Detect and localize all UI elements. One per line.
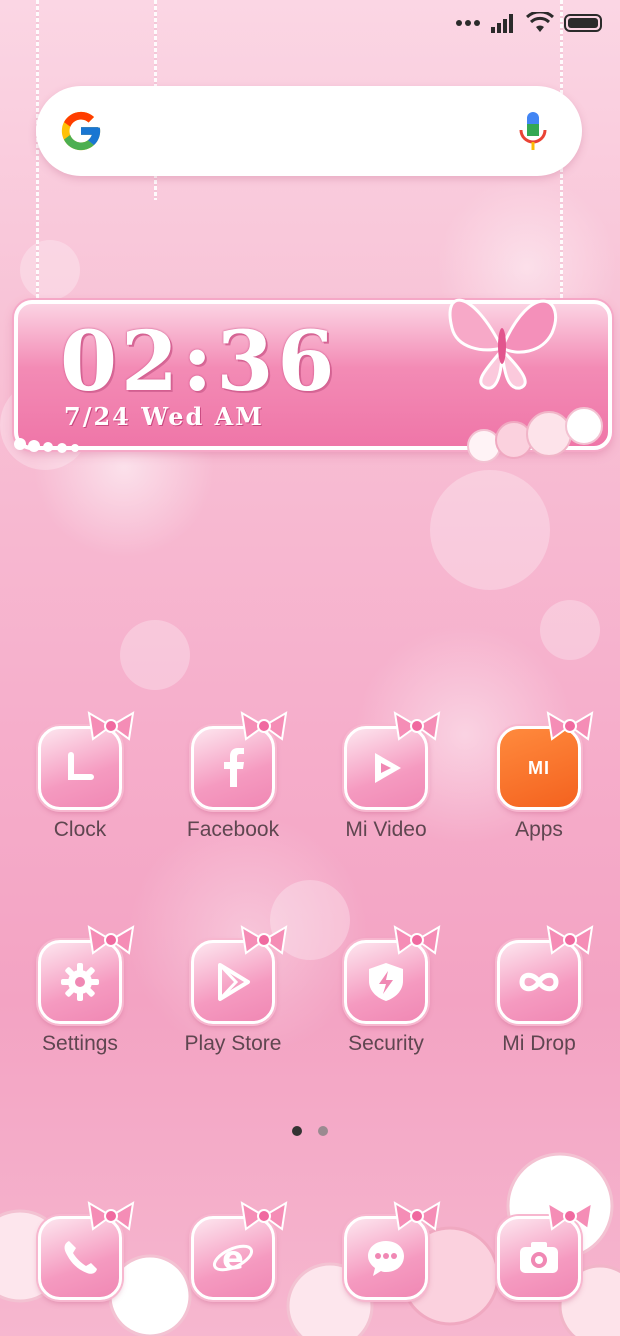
bow-icon xyxy=(240,925,288,955)
dock-phone[interactable] xyxy=(20,1201,140,1300)
wifi-icon xyxy=(526,12,554,32)
camera-icon xyxy=(497,1201,594,1300)
bow-icon xyxy=(546,711,594,741)
status-bar xyxy=(456,10,602,36)
bow-icon xyxy=(393,1201,441,1231)
bow-icon xyxy=(87,1201,135,1231)
notification-dots-icon xyxy=(456,20,480,26)
app-mi-drop[interactable]: Mi Drop xyxy=(479,925,599,1056)
app-clock[interactable]: Clock xyxy=(20,711,140,842)
google-logo-icon xyxy=(61,111,101,151)
app-mi-video[interactable]: Mi Video xyxy=(326,711,446,842)
bow-icon xyxy=(87,925,135,955)
facebook-icon xyxy=(191,711,288,810)
app-label: Settings xyxy=(42,1032,118,1055)
bow-icon xyxy=(240,1201,288,1231)
bow-icon xyxy=(393,925,441,955)
mic-icon[interactable] xyxy=(518,110,548,154)
clock-date: 7/24 Wed AM xyxy=(64,402,264,431)
pearls-decoration-icon xyxy=(14,438,79,453)
clock-icon xyxy=(38,711,135,810)
mi-badge-text: MI xyxy=(528,757,550,778)
mi-apps-icon: MI xyxy=(497,711,594,810)
bokeh-decoration xyxy=(540,600,600,660)
app-label: Mi Drop xyxy=(502,1032,576,1055)
dock-browser[interactable]: e xyxy=(173,1201,293,1300)
clock-time: 02:36 xyxy=(60,314,339,410)
app-security[interactable]: Security xyxy=(326,925,446,1056)
app-label: Facebook xyxy=(186,818,280,841)
phone-icon xyxy=(38,1201,135,1300)
browser-icon: e xyxy=(191,1201,288,1300)
butterfly-icon xyxy=(448,298,558,390)
signal-icon xyxy=(491,14,513,33)
svg-text:e: e xyxy=(222,1239,244,1277)
app-label: Security xyxy=(348,1032,424,1055)
messages-icon xyxy=(344,1201,441,1300)
page-dot-active[interactable] xyxy=(292,1126,302,1136)
bow-icon xyxy=(546,1201,594,1231)
app-label: Play Store xyxy=(184,1032,282,1055)
bokeh-decoration xyxy=(120,620,190,690)
page-dot[interactable] xyxy=(318,1126,328,1136)
app-label: Apps xyxy=(515,818,563,841)
dock-messages[interactable] xyxy=(326,1201,446,1300)
app-label: Mi Video xyxy=(345,818,427,841)
page-indicator[interactable] xyxy=(292,1126,328,1136)
play-video-icon xyxy=(344,711,441,810)
app-apps[interactable]: MI Apps xyxy=(479,711,599,842)
chain-decoration xyxy=(36,0,39,300)
play-store-icon xyxy=(191,925,288,1024)
bow-icon xyxy=(240,711,288,741)
bow-icon xyxy=(546,925,594,955)
bow-icon xyxy=(87,711,135,741)
gear-icon xyxy=(38,925,135,1024)
infinity-icon xyxy=(497,925,594,1024)
google-search-bar[interactable] xyxy=(36,86,582,176)
app-settings[interactable]: Settings xyxy=(20,925,140,1056)
shield-icon xyxy=(344,925,441,1024)
bokeh-decoration xyxy=(20,240,80,300)
bow-icon xyxy=(393,711,441,741)
battery-icon xyxy=(564,14,602,32)
app-label: Clock xyxy=(53,818,107,841)
bokeh-decoration xyxy=(430,470,550,590)
app-play-store[interactable]: Play Store xyxy=(173,925,293,1056)
clock-widget[interactable]: 02:36 7/24 Wed AM xyxy=(14,298,612,463)
roses-decoration-icon xyxy=(467,407,603,463)
dock-camera[interactable] xyxy=(479,1201,599,1300)
app-facebook[interactable]: Facebook xyxy=(173,711,293,842)
